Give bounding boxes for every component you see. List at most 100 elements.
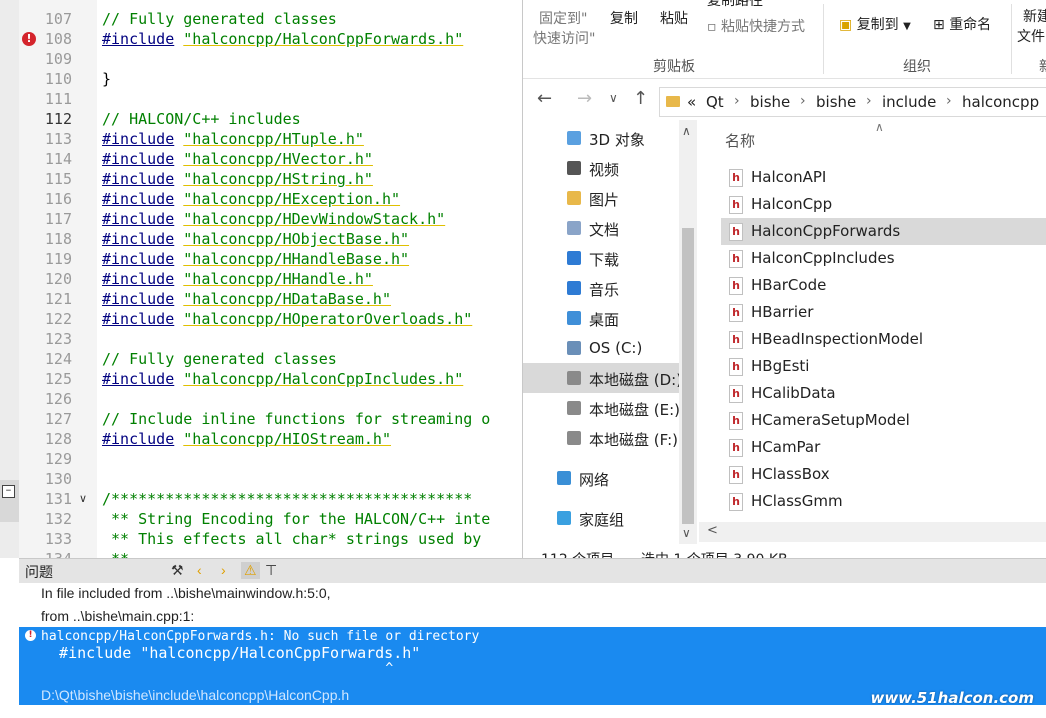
back-arrow-icon[interactable]: ← bbox=[537, 88, 552, 109]
code-line[interactable]: ** String Encoding for the HALCON/C++ in… bbox=[102, 509, 490, 529]
nav-item[interactable]: 本地磁盘 (F:) bbox=[523, 423, 679, 453]
file-row[interactable]: h HalconCppForwards bbox=[721, 218, 1046, 245]
file-row[interactable]: h HCamPar bbox=[721, 434, 1046, 461]
copy-button[interactable]: 复制 bbox=[610, 8, 638, 28]
column-header-name[interactable]: 名称 bbox=[725, 130, 755, 151]
code-line[interactable]: ** This effects all char* strings used b… bbox=[102, 529, 481, 549]
file-row[interactable]: h HBgEsti bbox=[721, 353, 1046, 380]
address-segment[interactable]: Qt bbox=[706, 93, 724, 111]
copy-to-button[interactable]: ▣ 复制到 ▼ bbox=[839, 14, 911, 34]
code-line[interactable]: /***************************************… bbox=[102, 489, 472, 509]
address-segment[interactable]: halconcpp bbox=[962, 93, 1039, 111]
code-line[interactable]: #include "halconcpp/HException.h" bbox=[102, 189, 400, 209]
code-line[interactable]: #include "halconcpp/HObjectBase.h" bbox=[102, 229, 409, 249]
nav-item[interactable]: 3D 对象 bbox=[523, 123, 679, 153]
file-row[interactable]: h HBarrier bbox=[721, 299, 1046, 326]
nav-item[interactable]: 桌面 bbox=[523, 303, 679, 333]
file-row[interactable]: h HalconCppIncludes bbox=[721, 245, 1046, 272]
line-number: 116 bbox=[44, 190, 72, 208]
forward-arrow-icon[interactable]: → bbox=[577, 88, 592, 109]
code-line[interactable]: } bbox=[102, 69, 111, 89]
nav-item[interactable]: 音乐 bbox=[523, 273, 679, 303]
nav-item[interactable]: 网络 bbox=[523, 463, 679, 493]
nav-item[interactable]: 视频 bbox=[523, 153, 679, 183]
new-label-2[interactable]: 文件 bbox=[1017, 26, 1045, 46]
breadcrumb-chevron-icon[interactable]: › bbox=[866, 93, 872, 109]
fold-toggle-icon[interactable]: ∨ bbox=[79, 493, 87, 505]
paste-button[interactable]: 粘贴 bbox=[660, 8, 688, 28]
address-segment[interactable]: bishe bbox=[750, 93, 790, 111]
navigation-pane-scrollbar[interactable]: ∧ ∨ bbox=[679, 120, 697, 544]
file-row[interactable]: h HBarCode bbox=[721, 272, 1046, 299]
code-line[interactable]: #include "halconcpp/HTuple.h" bbox=[102, 129, 364, 149]
address-bar[interactable]: « Qt › bishe › bishe › include › halconc… bbox=[659, 87, 1046, 117]
code-line[interactable]: #include "halconcpp/HHandle.h" bbox=[102, 269, 373, 289]
pin-quick-access-label-1[interactable]: 固定到" bbox=[539, 8, 587, 28]
previous-issue-icon[interactable]: ‹ bbox=[197, 562, 202, 578]
file-row[interactable]: h HClassGmm bbox=[721, 488, 1046, 515]
code-token: #include bbox=[102, 370, 175, 388]
issue-message[interactable]: In file included from ..\bishe\mainwindo… bbox=[41, 585, 331, 601]
filter-icon[interactable]: ⊤ bbox=[265, 562, 277, 579]
code-line[interactable]: #include "halconcpp/HIOStream.h" bbox=[102, 429, 391, 449]
issue-message[interactable]: from ..\bishe\main.cpp:1: bbox=[41, 608, 194, 624]
copy-to-label: 复制到 bbox=[856, 17, 899, 33]
scroll-down-icon[interactable]: ∨ bbox=[682, 526, 691, 540]
code-line[interactable]: // Fully generated classes bbox=[102, 9, 337, 29]
code-line[interactable]: // Fully generated classes bbox=[102, 349, 337, 369]
code-line[interactable]: #include "halconcpp/HVector.h" bbox=[102, 149, 373, 169]
address-overflow[interactable]: « bbox=[687, 93, 696, 111]
new-label-1[interactable]: 新建 bbox=[1023, 6, 1046, 26]
warning-filter-icon[interactable]: ⚠ bbox=[241, 562, 260, 579]
code-line[interactable]: #include "halconcpp/HOperatorOverloads.h… bbox=[102, 309, 472, 329]
nav-item[interactable]: 图片 bbox=[523, 183, 679, 213]
code-line[interactable]: ** bbox=[102, 549, 129, 558]
code-line[interactable]: // Include inline functions for streamin… bbox=[102, 409, 490, 429]
file-row[interactable]: h HalconAPI bbox=[721, 164, 1046, 191]
code-line[interactable]: #include "halconcpp/HalconCppIncludes.h" bbox=[102, 369, 463, 389]
nav-item[interactable]: 本地磁盘 (D:) bbox=[523, 363, 682, 393]
pin-quick-access-label-2[interactable]: 快速访问" bbox=[533, 28, 595, 48]
breadcrumb-chevron-icon[interactable]: › bbox=[734, 93, 740, 109]
file-explorer-window: 固定到" 快速访问" 复制 粘贴 复制路径 ▫ 粘贴快捷方式 ▣ 复制到 ▼ ⊞… bbox=[522, 0, 1046, 572]
filter-build-icon[interactable]: ⚒ bbox=[171, 562, 184, 579]
collapse-toggle-icon[interactable]: − bbox=[2, 485, 15, 498]
file-row[interactable]: h HalconCpp bbox=[721, 191, 1046, 218]
up-arrow-icon[interactable]: ↑ bbox=[633, 88, 648, 109]
nav-item[interactable]: 本地磁盘 (E:) bbox=[523, 393, 680, 423]
scrollbar-thumb[interactable] bbox=[682, 228, 694, 524]
code-line[interactable]: #include "halconcpp/HHandleBase.h" bbox=[102, 249, 409, 269]
file-row[interactable]: h HCameraSetupModel bbox=[721, 407, 1046, 434]
file-list-horizontal-scrollbar[interactable]: < bbox=[699, 522, 1046, 542]
code-line[interactable]: #include "halconcpp/HDevWindowStack.h" bbox=[102, 209, 445, 229]
next-issue-icon[interactable]: › bbox=[221, 562, 226, 578]
address-segment[interactable]: bishe bbox=[816, 93, 856, 111]
chevron-down-icon: ▼ bbox=[903, 21, 911, 32]
scroll-up-icon[interactable]: ∧ bbox=[682, 124, 691, 138]
error-marker-icon[interactable]: ! bbox=[22, 32, 36, 46]
breadcrumb-chevron-icon[interactable]: › bbox=[800, 93, 806, 109]
copy-path-button[interactable]: 复制路径 bbox=[707, 0, 763, 10]
line-number: 110 bbox=[44, 70, 72, 88]
paste-shortcut-button[interactable]: ▫ 粘贴快捷方式 bbox=[707, 16, 805, 36]
issues-list: In file included from ..\bishe\mainwindo… bbox=[19, 583, 1046, 718]
nav-item[interactable]: 家庭组 bbox=[523, 503, 679, 533]
nav-item[interactable]: OS (C:) bbox=[523, 333, 679, 363]
code-line[interactable]: // HALCON/C++ includes bbox=[102, 109, 301, 129]
scroll-left-icon[interactable]: < bbox=[707, 523, 718, 538]
nav-item[interactable]: 下载 bbox=[523, 243, 679, 273]
rename-button[interactable]: ⊞ 重命名 bbox=[933, 14, 991, 34]
file-name: HCameraSetupModel bbox=[751, 411, 910, 429]
file-row[interactable]: h HCalibData bbox=[721, 380, 1046, 407]
folder-icon bbox=[666, 96, 680, 107]
code-line[interactable]: #include "halconcpp/HDataBase.h" bbox=[102, 289, 391, 309]
address-segment[interactable]: include bbox=[882, 93, 936, 111]
breadcrumb-chevron-icon[interactable]: › bbox=[946, 93, 952, 109]
code-line[interactable]: #include "halconcpp/HalconCppForwards.h" bbox=[102, 29, 463, 49]
file-row[interactable]: h HBeadInspectionModel bbox=[721, 326, 1046, 353]
recent-locations-chevron-icon[interactable]: ∨ bbox=[609, 91, 618, 105]
file-row[interactable]: h HClassBox bbox=[721, 461, 1046, 488]
nav-item[interactable]: 文档 bbox=[523, 213, 679, 243]
code-line[interactable]: #include "halconcpp/HString.h" bbox=[102, 169, 373, 189]
